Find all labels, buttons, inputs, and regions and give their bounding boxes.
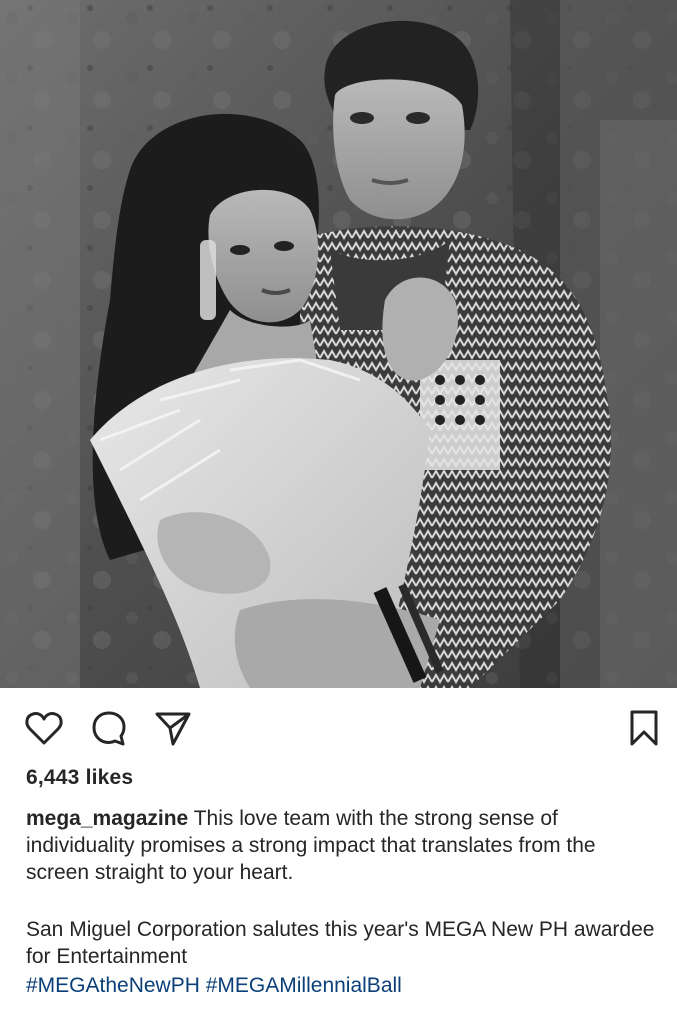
- post-photo[interactable]: [0, 0, 677, 688]
- post-photo-illustration: [0, 0, 677, 688]
- bookmark-icon[interactable]: [624, 708, 664, 748]
- post-caption: mega_magazine This love team with the st…: [26, 805, 656, 886]
- hashtag-link[interactable]: #MEGAtheNewPH: [26, 974, 200, 997]
- caption-second-paragraph: San Miguel Corporation salutes this year…: [26, 918, 655, 968]
- caption-username[interactable]: mega_magazine: [26, 807, 188, 830]
- hashtag-link[interactable]: #MEGAMillennialBall: [206, 974, 402, 997]
- instagram-post: 6,443 likes mega_magazine This love team…: [0, 0, 677, 1023]
- post-action-bar: [0, 688, 677, 766]
- comment-icon[interactable]: [89, 708, 129, 748]
- heart-icon[interactable]: [24, 708, 64, 748]
- likes-count[interactable]: 6,443 likes: [26, 766, 133, 790]
- caption-hashtags: #MEGAtheNewPH #MEGAMillennialBall: [26, 972, 666, 999]
- paper-plane-icon[interactable]: [153, 708, 193, 748]
